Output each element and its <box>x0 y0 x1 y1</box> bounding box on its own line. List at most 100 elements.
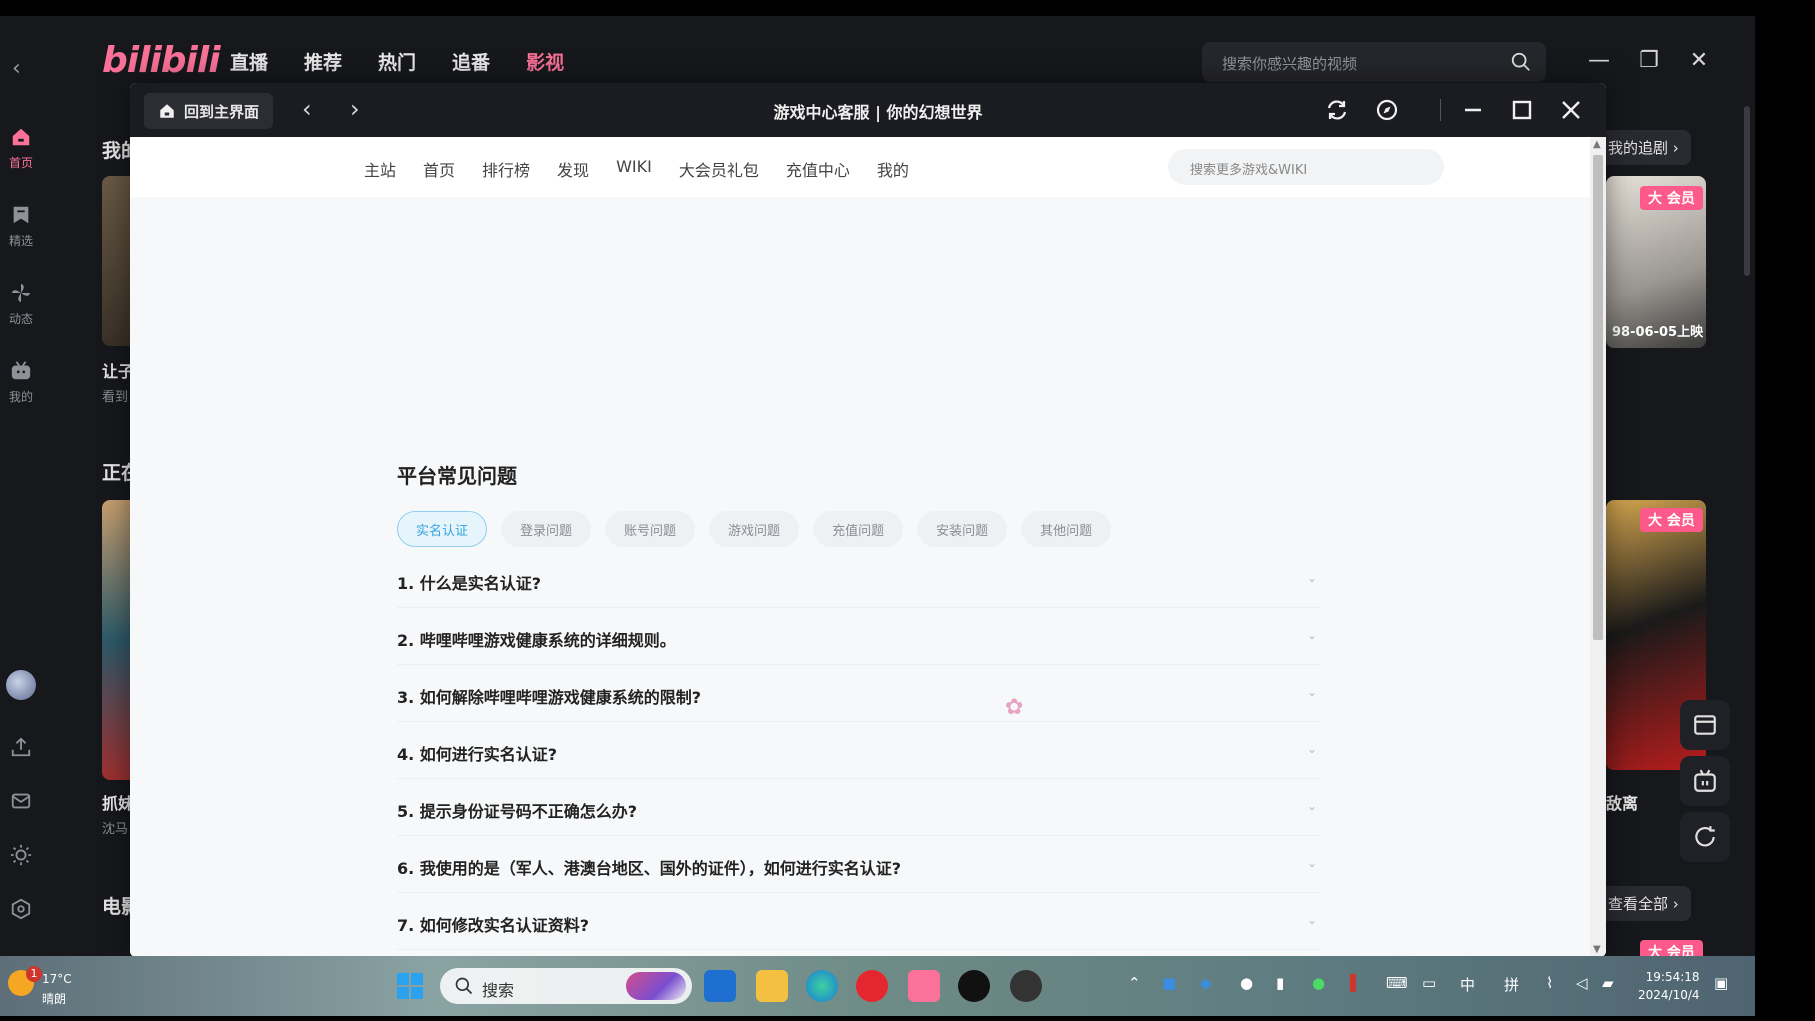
qq-icon[interactable] <box>958 970 990 1002</box>
tab-recharge[interactable]: 充值问题 <box>813 511 904 547</box>
nav-link-main-site[interactable]: 主站 <box>364 157 396 181</box>
theme-sun-icon[interactable] <box>0 844 42 866</box>
tab-game[interactable]: 游戏问题 <box>709 511 800 547</box>
tab-other[interactable]: 其他问题 <box>1021 511 1112 547</box>
close-icon[interactable] <box>1558 97 1584 123</box>
audio-meter-icon[interactable]: ▮ <box>1276 974 1284 992</box>
chevron-up-icon[interactable]: ⌃ <box>1128 974 1141 992</box>
minimize-icon[interactable]: — <box>1588 48 1610 73</box>
ime-pinyin[interactable]: 拼 <box>1504 974 1519 995</box>
taskbar: 1 17°C 晴朗 搜索 ⌃ ■ ◆ ● ▮ ● ▌ ⌨ ▭ 中 拼 ⌇ ◁ ▰… <box>0 956 1755 1016</box>
tab-real-name[interactable]: 实名认证 <box>397 511 488 547</box>
sidebar-item-featured[interactable]: 精选 <box>0 204 42 249</box>
keyboard-icon[interactable]: ⌨ <box>1386 974 1408 992</box>
battery-icon[interactable]: ▰ <box>1602 974 1614 992</box>
display-icon[interactable]: ▭ <box>1422 974 1436 992</box>
faq-question: 2. 哔哩哔哩游戏健康系统的详细规则。 <box>397 631 676 650</box>
avatar[interactable] <box>0 670 42 700</box>
upload-icon[interactable] <box>0 736 42 758</box>
mail-icon[interactable] <box>0 790 42 812</box>
see-all-label: 查看全部 <box>1608 895 1669 913</box>
vip-badge: 大 会员 <box>1640 508 1703 532</box>
back-scrollbar[interactable] <box>1744 106 1750 276</box>
sidebar-item-mine[interactable]: 我的 <box>0 360 42 405</box>
store-icon[interactable] <box>704 970 736 1002</box>
back-arrow-icon[interactable]: ‹ <box>12 56 21 81</box>
bilibili-app-icon[interactable] <box>908 970 940 1002</box>
bluetooth-icon[interactable]: ◆ <box>1200 974 1212 992</box>
nav-link-wiki[interactable]: WIKI <box>616 157 652 181</box>
tab-account[interactable]: 账号问题 <box>605 511 696 547</box>
sidebar-item-home[interactable]: 首页 <box>0 126 42 171</box>
scroll-up-icon[interactable]: ▲ <box>1593 139 1601 150</box>
notification-icon[interactable]: ▣ <box>1714 974 1728 992</box>
popup-scrollbar[interactable]: ▲ ▼ <box>1590 137 1606 957</box>
windows-start-icon[interactable] <box>396 972 424 1000</box>
tab-recommend[interactable]: 推荐 <box>304 48 342 75</box>
window-mode-button[interactable] <box>1680 700 1730 750</box>
faq-item[interactable]: 1. 什么是实名认证? ⌄ <box>397 551 1321 608</box>
wifi-icon[interactable]: ⌇ <box>1546 974 1553 992</box>
faq-question: 7. 如何修改实名认证资料? <box>397 916 590 935</box>
game-search-input[interactable]: 搜索更多游戏&WIKI <box>1168 149 1444 185</box>
weather-widget[interactable]: 1 17°C 晴朗 <box>8 966 78 1010</box>
tray-app-icon[interactable]: ■ <box>1162 974 1176 992</box>
nav-link-recharge[interactable]: 充值中心 <box>786 157 850 181</box>
faq-item[interactable]: 4. 如何进行实名认证? ⌄ <box>397 722 1321 779</box>
scroll-thumb[interactable] <box>1593 155 1603 640</box>
tab-hot[interactable]: 热门 <box>378 48 416 75</box>
tray-app-icon[interactable]: ● <box>1240 974 1253 992</box>
title-divider <box>1440 99 1441 121</box>
netease-music-icon[interactable] <box>856 970 888 1002</box>
scroll-down-icon[interactable]: ▼ <box>1593 944 1601 955</box>
tab-login[interactable]: 登录问题 <box>501 511 592 547</box>
minimize-icon[interactable] <box>1460 97 1486 123</box>
ime-mode[interactable]: 中 <box>1460 974 1475 995</box>
video-sub: 看到 <box>102 390 129 405</box>
nav-link-mine[interactable]: 我的 <box>877 157 909 181</box>
drama-title[interactable]: 敌离 <box>1606 790 1638 814</box>
taskbar-search[interactable]: 搜索 <box>440 968 692 1004</box>
faq-item[interactable]: 6. 我使用的是（军人、港澳台地区、国外的证件），如何进行实名认证? ⌄ <box>397 836 1321 893</box>
live-button[interactable] <box>1680 756 1730 806</box>
bili-search-input[interactable]: 搜索你感兴趣的视频 <box>1202 42 1546 82</box>
nav-link-home[interactable]: 首页 <box>423 157 455 181</box>
see-all-button[interactable]: 查看全部 › <box>1596 886 1691 921</box>
sidebar-item-dynamic[interactable]: 动态 <box>0 282 42 327</box>
close-icon[interactable]: ✕ <box>1688 48 1710 73</box>
refresh-button[interactable] <box>1680 812 1730 862</box>
file-explorer-icon[interactable] <box>756 970 788 1002</box>
nav-link-discover[interactable]: 发现 <box>557 157 589 181</box>
restore-icon[interactable]: ❐ <box>1638 48 1660 73</box>
weather-temp: 17°C <box>42 972 72 986</box>
wechat-icon[interactable]: ● <box>1312 974 1325 992</box>
reload-icon[interactable] <box>1324 97 1350 123</box>
sidebar-item-label: 首页 <box>8 156 33 170</box>
edge-browser-icon[interactable] <box>806 970 838 1002</box>
faq-question: 5. 提示身份证号码不正确怎么办? <box>397 802 638 821</box>
obs-icon[interactable] <box>1010 970 1042 1002</box>
bilibili-logo[interactable]: bilibili <box>102 40 221 81</box>
compass-icon[interactable] <box>1374 97 1400 123</box>
clock[interactable]: 19:54:18 2024/10/4 <box>1638 968 1700 1004</box>
tab-bangumi[interactable]: 追番 <box>452 48 490 75</box>
faq-item[interactable]: 5. 提示身份证号码不正确怎么办? ⌄ <box>397 779 1321 836</box>
my-follow-label: 我的追剧 <box>1608 139 1669 157</box>
vip-label: 会员 <box>1666 513 1695 529</box>
tab-install[interactable]: 安装问题 <box>917 511 1008 547</box>
nav-links: 主站 首页 排行榜 发现 WIKI 大会员礼包 充值中心 我的 <box>364 157 909 181</box>
faq-item[interactable]: 3. 如何解除哔哩哔哩游戏健康系统的限制? ⌄ <box>397 665 1321 722</box>
tab-movies[interactable]: 影视 <box>526 48 564 75</box>
settings-icon[interactable] <box>0 898 42 920</box>
search-icon[interactable] <box>1510 51 1532 73</box>
faq-item[interactable]: 7. 如何修改实名认证资料? ⌄ <box>397 893 1321 950</box>
mic-icon[interactable]: ▌ <box>1350 974 1362 992</box>
tab-live[interactable]: 直播 <box>230 48 268 75</box>
maximize-icon[interactable] <box>1509 97 1535 123</box>
nav-link-ranking[interactable]: 排行榜 <box>482 157 530 181</box>
my-follow-button[interactable]: 我的追剧 › <box>1596 130 1691 165</box>
faq-item[interactable]: 2. 哔哩哔哩游戏健康系统的详细规则。 ⌄ <box>397 608 1321 665</box>
volume-icon[interactable]: ◁ <box>1576 974 1588 992</box>
sidebar-item-label: 精选 <box>8 234 33 248</box>
nav-link-vip-gift[interactable]: 大会员礼包 <box>679 157 759 181</box>
